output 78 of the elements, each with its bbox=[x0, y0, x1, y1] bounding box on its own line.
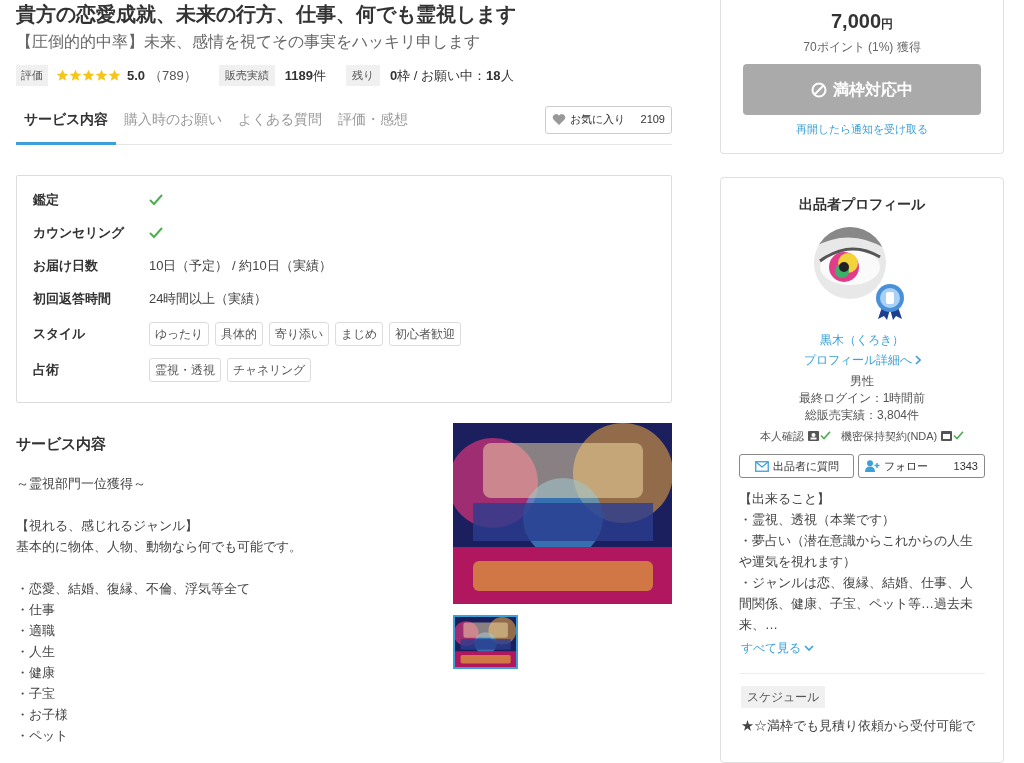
sales-count: 1189件 bbox=[284, 66, 326, 85]
description-line: ・人生 bbox=[16, 643, 56, 661]
schedule-label: スケジュール bbox=[741, 686, 825, 708]
page-title: 貴方の恋愛成就、未来の行方、仕事、何でも霊視します bbox=[16, 2, 517, 27]
detail-label: カウンセリング bbox=[33, 224, 126, 243]
rating-label: 評価 bbox=[16, 65, 48, 86]
description-line: ・仕事 bbox=[16, 601, 56, 619]
rating-value: 5.0 bbox=[127, 66, 146, 85]
gender: 男性 bbox=[850, 372, 874, 390]
description-line: ・健康 bbox=[16, 664, 56, 682]
verification-label: 機密保持契約(NDA) bbox=[840, 428, 938, 444]
currency: 円 bbox=[881, 17, 894, 33]
bio-line: ・霊視、透視（本業です） bbox=[739, 511, 896, 529]
bio-line: 【出来ること】 bbox=[739, 490, 831, 508]
remaining-label: 残り bbox=[346, 65, 380, 86]
section-heading: サービス内容 bbox=[16, 433, 107, 454]
total-sales: 総販売実績：3,804件 bbox=[805, 406, 919, 424]
tab[interactable]: サービス内容 bbox=[16, 108, 116, 145]
detail-label: 占術 bbox=[33, 360, 60, 379]
description-line: ・子宝 bbox=[16, 685, 56, 703]
id-card-icon bbox=[807, 430, 819, 441]
tag: まじめ bbox=[335, 321, 383, 346]
sales-label: 販売実績 bbox=[218, 65, 275, 86]
bio-line: ・ジャンルは恋、復縁、結婚、仕事、人間関係、健康、子宝、ペット等…過去未来、… bbox=[739, 574, 974, 634]
check-icon bbox=[149, 194, 163, 206]
tag: 寄り添い bbox=[269, 321, 329, 346]
profile-heading: 出品者プロフィール bbox=[799, 194, 925, 214]
detail-label: お届け日数 bbox=[33, 257, 99, 276]
star-icon bbox=[56, 68, 69, 82]
tab[interactable]: 購入時のお願い bbox=[116, 108, 230, 145]
heart-icon bbox=[551, 113, 566, 126]
seller-name[interactable]: 黒木（くろき） bbox=[820, 330, 904, 349]
star-icon bbox=[69, 68, 82, 82]
document-lock-icon bbox=[941, 430, 953, 441]
ask-seller-button[interactable]: 出品者に質問 bbox=[739, 454, 854, 478]
detail-label: スタイル bbox=[33, 324, 86, 343]
star-icon bbox=[95, 68, 108, 82]
remaining-slots: 0枠 / お願い中：18人 bbox=[390, 65, 514, 85]
favorite-button[interactable]: お気に入り 2109 bbox=[544, 105, 672, 134]
page-subtitle: 【圧倒的的中率】未来、感情を視てその事実をハッキリ申します bbox=[16, 32, 481, 52]
tag: 具体的 bbox=[215, 321, 263, 346]
description-line: ・ペット bbox=[16, 727, 69, 745]
detail-value: 10日（予定） / 約10日（実績） bbox=[149, 257, 332, 276]
last-login: 最終ログイン：1時間前 bbox=[798, 389, 926, 407]
detail-label: 鑑定 bbox=[33, 191, 60, 210]
chevron-down-icon bbox=[804, 645, 814, 651]
tab[interactable]: 評価・感想 bbox=[330, 108, 416, 145]
tag: ゆったり bbox=[149, 321, 209, 346]
description-line: 基本的に物体、人物、動物なら何でも可能です。 bbox=[16, 538, 303, 556]
description-line: ～霊視部門一位獲得～ bbox=[16, 475, 147, 493]
points-text: 70ポイント (1%) 獲得 bbox=[803, 39, 921, 56]
description-line: ・恋愛、結婚、復縁、不倫、浮気等全て bbox=[16, 580, 251, 598]
badge-icon bbox=[874, 282, 906, 321]
tag: 霊視・透視 bbox=[149, 357, 221, 382]
prohibited-icon bbox=[811, 81, 827, 98]
detail-value: 24時間以上（実績） bbox=[149, 290, 268, 309]
tag: チャネリング bbox=[227, 357, 311, 382]
tag: 初心者歓迎 bbox=[389, 321, 461, 346]
tab[interactable]: よくある質問 bbox=[230, 108, 330, 145]
chevron-right-icon bbox=[914, 354, 921, 365]
price: 7,000 bbox=[830, 9, 882, 34]
description-line: ・お子様 bbox=[16, 706, 69, 724]
description-line: ・適職 bbox=[16, 622, 56, 640]
add-user-icon bbox=[865, 460, 880, 472]
star-icon bbox=[82, 68, 95, 82]
thumbnail[interactable] bbox=[453, 614, 518, 669]
description-line: 【視れる、感じれるジャンル】 bbox=[16, 517, 199, 535]
see-all-link[interactable]: すべて見る bbox=[741, 639, 814, 657]
check-icon bbox=[149, 227, 163, 239]
review-count: （789） bbox=[149, 66, 197, 85]
verification-label: 本人確認 bbox=[759, 428, 804, 444]
detail-label: 初回返答時間 bbox=[33, 290, 112, 309]
follow-button[interactable]: フォロー 1343 bbox=[858, 454, 985, 478]
bio-line: ・夢占い（潜在意識からこれからの人生や運気を視れます） bbox=[739, 532, 974, 571]
mail-icon bbox=[754, 460, 769, 472]
schedule-text: ★☆満枠でも見積り依頼から受付可能で bbox=[741, 717, 975, 735]
profile-detail-link[interactable]: プロフィール詳細へ bbox=[803, 350, 921, 369]
star-icon bbox=[108, 68, 121, 82]
